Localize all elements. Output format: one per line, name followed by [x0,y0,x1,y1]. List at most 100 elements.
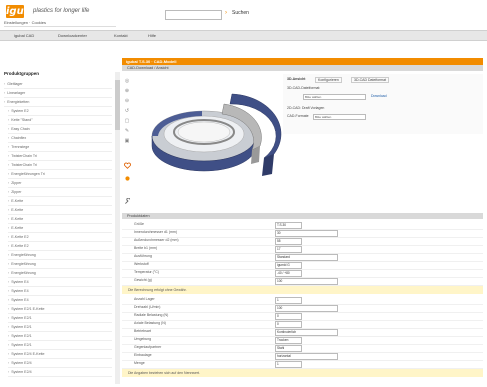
sidebar-item[interactable]: › Energieführungen Tri [8,170,112,179]
param-value-field[interactable]: 17 [275,246,302,253]
search-arrow-icon[interactable]: › [225,10,229,16]
param-value-field[interactable]: 100 [275,278,338,285]
param-label: Innendurchmesser d1 (mm) [134,230,177,234]
chevron-right-icon: › [8,352,10,356]
chevron-right-icon: › [8,262,10,266]
draft-label: 2D-CAD: Draft Vorlagen [287,106,325,110]
param-value-field[interactable]: -40 / +80 [275,270,302,277]
param-value-field[interactable]: igumid G [275,262,302,269]
cad-formats-select[interactable]: Bitte wählen [313,114,366,120]
sidebar-item-label: Energieketten [7,100,30,104]
sidebar-item[interactable]: › System E4 [8,296,112,305]
sidebar-item[interactable]: › System E4 [8,278,112,287]
sidebar-item[interactable]: › TwisterChain Tri [8,161,112,170]
sidebar-item[interactable]: › Trennstege [8,143,112,152]
sidebar-item-label: System E2/1 [11,334,32,338]
tools-icon[interactable] [124,197,131,205]
nav-item-downloads[interactable]: Downloadcenter [58,32,87,39]
sidebar-item[interactable]: › System E2/4 [8,368,112,377]
sidebar-item-label: Energieführung [11,271,36,275]
sidebar-item[interactable]: › Energieführung [8,251,112,260]
param-value-field[interactable]: 0 [275,321,302,328]
param-value-field[interactable]: Kontinuierlich [275,329,338,336]
sidebar-item[interactable]: › System E2/1 [8,332,112,341]
nav-item-contact[interactable]: Kontakt [114,32,128,39]
edit-icon[interactable]: ✎ [124,128,130,134]
sidebar-item[interactable]: › E-Kette [8,224,112,233]
sidebar-item[interactable]: › Energieführung [8,260,112,269]
param-value-field[interactable]: 1 [275,297,302,304]
sidebar-item-label: Chainflex [11,136,27,140]
product-data-header[interactable]: Produktdaten [122,213,483,219]
rotate-icon[interactable]: ◎ [124,78,130,84]
chevron-right-icon: › [8,280,10,284]
param-value-field[interactable]: 1 [275,361,302,368]
param-value-field[interactable]: Trocken [275,337,302,344]
sidebar-item[interactable]: › Linearlager [4,89,112,98]
param-value-field[interactable]: 100 [275,305,338,312]
param-value-field[interactable]: Stahl [275,345,302,352]
chevron-right-icon: › [8,199,10,203]
sidebar-item[interactable]: › System E2/1 [8,341,112,350]
star-icon[interactable] [124,175,131,182]
sidebar-item[interactable]: › E-Kette [8,215,112,224]
cad-formats-label: CAD-Formate [287,114,309,118]
nav-item-cad[interactable]: igubal CAD [14,32,34,39]
format-select[interactable]: Bitte wählen [303,94,366,100]
sidebar-item[interactable]: › TwisterChain Tri [8,152,112,161]
param-value-field[interactable]: horizontal [275,353,338,360]
reset-view-icon[interactable]: ↺ [124,108,130,114]
tab-file-format[interactable]: 3D-CAD Dateiformat [351,77,390,83]
search-input[interactable] [165,10,222,20]
sidebar-item[interactable]: › Zipper [8,179,112,188]
sidebar-item[interactable]: › E-Kette E2 [8,233,112,242]
sidebar-item[interactable]: › System E2 [8,107,112,116]
sidebar-item[interactable]: › Chainflex [8,134,112,143]
sidebar-item[interactable]: › System E4 [8,287,112,296]
chevron-right-icon: › [8,136,10,140]
tab-configure[interactable]: Konfigurieren [315,77,342,83]
sidebar-item-label: Zipper [11,181,22,185]
sidebar-item[interactable]: › System E2/1 E-Kette [8,305,112,314]
sidebar-item[interactable]: › Easy Chain [8,125,112,134]
igus-logo[interactable]: igus [6,5,30,18]
sidebar-item[interactable]: › Kette "Stand" [8,116,112,125]
param-label: Breite b1 (mm) [134,246,158,250]
sidebar-item[interactable]: › E-Kette [8,197,112,206]
cad-section-header[interactable]: CAD-Download / Ansicht [122,65,483,71]
sidebar-scroll-thumb[interactable] [115,80,120,130]
sidebar-item[interactable]: › System E2/4 [8,359,112,368]
sidebar-item[interactable]: › System E2/1 [8,314,112,323]
param-value-field[interactable]: T.S.30 [275,222,302,229]
sidebar-item[interactable]: › Zipper [8,188,112,197]
cad-3d-viewer[interactable] [132,74,282,196]
zoom-out-icon[interactable]: ⊖ [124,98,130,104]
zoom-in-icon[interactable]: ⊕ [124,88,130,94]
sidebar-item[interactable]: › E-Kette [8,206,112,215]
sidebar-item-label: Gleitlager [7,82,23,86]
param-value-field[interactable]: 0 [275,313,302,320]
param-row: Menge 1 [122,360,483,369]
chevron-right-icon: › [4,82,6,86]
section-view-icon[interactable]: ▣ [124,138,130,144]
nav-item-help[interactable]: Hilfe [148,32,156,39]
param-value-field[interactable]: 55 [275,238,302,245]
chevron-right-icon: › [8,145,10,149]
sidebar-item-label: System E2/4 E-Kette [11,352,45,356]
heart-icon[interactable] [124,162,131,169]
chevron-right-icon: › [8,298,10,302]
fit-view-icon[interactable]: ▢ [124,118,130,124]
search-button[interactable]: Suchen [232,10,249,16]
sidebar-settings-link[interactable]: Einstellungen · Cookies [4,20,116,27]
param-value-field[interactable]: 30 [275,230,338,237]
sidebar-item[interactable]: › Gleitlager [4,80,112,89]
param-value-field[interactable]: Standard [275,254,338,261]
sidebar-item-label: TwisterChain Tri [11,163,37,167]
param-label: Axiale Belastung (N) [134,321,166,325]
sidebar-item[interactable]: › System E2/4 E-Kette [8,350,112,359]
sidebar-item[interactable]: › E-Kette E2 [8,242,112,251]
download-link[interactable]: Download [371,94,387,98]
sidebar-item[interactable]: › System E2/1 [8,323,112,332]
sidebar-item[interactable]: › Energieführung [8,269,112,278]
sidebar-item[interactable]: › Energieketten [4,98,112,107]
